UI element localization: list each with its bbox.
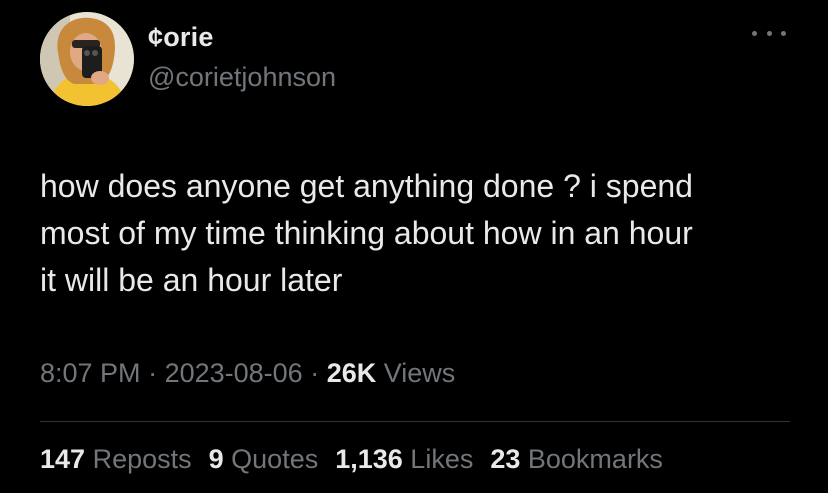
likes-stat[interactable]: 1,136 Likes xyxy=(335,444,473,475)
likes-label: Likes xyxy=(402,444,474,474)
meta-separator: · xyxy=(302,358,327,388)
divider xyxy=(40,421,790,422)
reposts-stat[interactable]: 147 Reposts xyxy=(40,444,192,475)
views-count: 26K xyxy=(326,358,377,388)
reposts-label: Reposts xyxy=(85,444,192,474)
meta-separator: · xyxy=(140,358,165,388)
engagement-stats: 147 Reposts 9 Quotes 1,136 Likes 23 Book… xyxy=(40,444,663,475)
tweet-time[interactable]: 8:07 PM xyxy=(40,358,141,388)
reposts-count: 147 xyxy=(40,444,86,474)
avatar[interactable] xyxy=(40,12,134,106)
tweet: ¢orie @corietjohnson how does anyone get… xyxy=(0,0,828,493)
more-dot-icon xyxy=(752,30,757,36)
tweet-meta: 8:07 PM · 2023-08-06 · 26K Views xyxy=(40,358,455,389)
views-label: Views xyxy=(376,358,456,388)
tweet-text: how does anyone get anything done ? i sp… xyxy=(40,168,693,298)
more-dot-icon xyxy=(781,30,786,36)
avatar-image xyxy=(40,12,134,106)
user-handle[interactable]: @corietjohnson xyxy=(148,62,336,93)
tweet-date[interactable]: 2023-08-06 xyxy=(165,358,303,388)
display-name[interactable]: ¢orie xyxy=(148,22,214,53)
bookmarks-count: 23 xyxy=(490,444,521,474)
quotes-label: Quotes xyxy=(223,444,319,474)
quotes-stat[interactable]: 9 Quotes xyxy=(209,444,319,475)
more-horizontal-icon[interactable] xyxy=(752,26,786,40)
more-dot-icon xyxy=(766,30,772,36)
likes-count: 1,136 xyxy=(335,444,403,474)
bookmarks-stat[interactable]: 23 Bookmarks xyxy=(490,444,663,475)
bookmarks-label: Bookmarks xyxy=(520,444,663,474)
quotes-count: 9 xyxy=(208,444,224,474)
